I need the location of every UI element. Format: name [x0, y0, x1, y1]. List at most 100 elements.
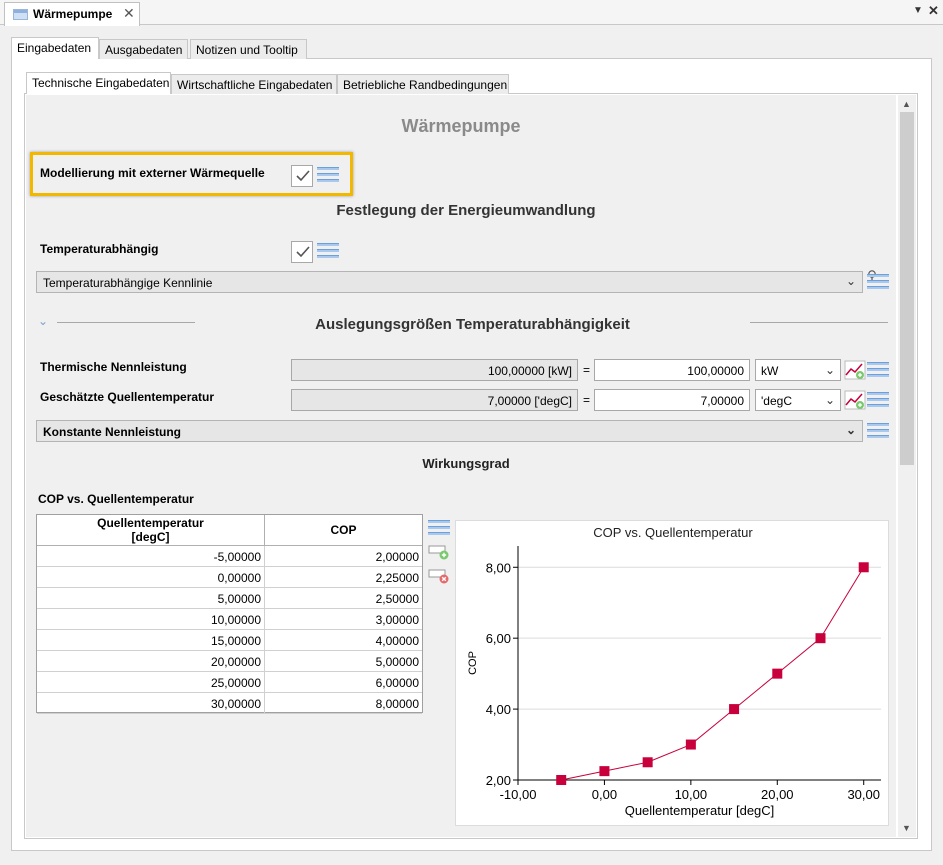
nominal-power-label: Thermische Nennleistung	[40, 360, 187, 374]
list-menu-icon[interactable]	[867, 274, 889, 292]
table-cell-temperature[interactable]: 25,00000	[37, 672, 265, 693]
table-cell-temperature[interactable]: 5,00000	[37, 588, 265, 609]
check-icon	[296, 170, 310, 182]
source-temperature-label: Geschätzte Quellentemperatur	[40, 390, 215, 404]
collapse-chevron-icon[interactable]: ⌄	[38, 314, 48, 328]
cop-table[interactable]: Quellentemperatur [degC] COP -5,00000 2,0…	[36, 514, 423, 714]
table-cell-cop[interactable]: 5,00000	[265, 651, 422, 672]
window-tab[interactable]: Wärmepumpe ✕	[4, 2, 140, 26]
cop-chart-svg: COP vs. Quellentemperatur 2,00 4,00 6,00 8,0…	[467, 525, 881, 818]
close-tab-icon[interactable]: ✕	[123, 5, 135, 22]
check-icon	[296, 246, 310, 258]
external-source-label: Modellierung mit externer Wärmequelle	[40, 166, 265, 180]
y-tick-label: 6,00	[486, 631, 511, 646]
table-cell-temperature[interactable]: 15,00000	[37, 630, 265, 651]
list-menu-icon[interactable]	[428, 520, 450, 538]
data-point	[772, 668, 783, 679]
chart-title: COP vs. Quellentemperatur	[593, 525, 753, 540]
source-temperature-readonly: 7,00000 ['degC]	[291, 389, 578, 411]
divider-right	[750, 322, 888, 323]
data-point	[858, 562, 869, 573]
source-temperature-unit-select[interactable]: 'degC ⌄	[755, 389, 841, 411]
table-cell-temperature[interactable]: 20,00000	[37, 651, 265, 672]
table-cell-temperature[interactable]: 10,00000	[37, 609, 265, 630]
chevron-down-icon: ⌄	[845, 274, 856, 288]
series-line	[561, 567, 865, 781]
chevron-down-icon: ⌄	[824, 393, 835, 407]
table-cell-cop[interactable]: 3,00000	[265, 609, 422, 630]
design-heading: Auslegungsgrößen Temperaturabhängigkeit	[315, 316, 630, 333]
data-point	[729, 704, 740, 715]
column-header-temperature[interactable]: Quellentemperatur [degC]	[37, 515, 265, 546]
chevron-down-icon: ⌄	[845, 423, 856, 437]
table-cell-cop[interactable]: 2,25000	[265, 567, 422, 588]
table-title: COP vs. Quellentemperatur	[38, 492, 194, 506]
data-point	[599, 766, 610, 777]
table-cell-cop[interactable]: 2,50000	[265, 588, 422, 609]
data-point	[642, 757, 653, 768]
tab-wirtschaftliche[interactable]: Wirtschaftliche Eingabedaten	[171, 74, 337, 94]
add-row-icon[interactable]	[428, 544, 450, 560]
table-cell-cop[interactable]: 8,00000	[265, 693, 422, 714]
x-tick-label: 10,00	[675, 787, 708, 802]
x-tick-label: -10,00	[500, 787, 537, 802]
table-cell-temperature[interactable]: -5,00000	[37, 546, 265, 567]
tab-eingabedaten[interactable]: Eingabedaten	[11, 37, 99, 59]
y-axis-label: COP	[467, 651, 479, 675]
list-menu-icon[interactable]	[317, 243, 339, 261]
scroll-thumb[interactable]	[900, 112, 914, 465]
trend-add-icon[interactable]	[844, 360, 866, 380]
chevron-down-icon: ⌄	[824, 363, 835, 377]
source-temperature-input[interactable]: 7,00000	[594, 389, 750, 411]
table-cell-temperature[interactable]: 30,00000	[37, 693, 265, 714]
nominal-power-input[interactable]: 100,00000	[594, 359, 750, 381]
window-tab-bar	[0, 0, 943, 25]
unit-value: kW	[761, 364, 779, 378]
equals-sign: =	[583, 393, 591, 407]
list-menu-icon[interactable]	[867, 392, 889, 410]
tab-notizen[interactable]: Notizen und Tooltip	[190, 39, 307, 59]
window-menu-icon[interactable]: ▼	[913, 5, 923, 16]
table-cell-cop[interactable]: 2,00000	[265, 546, 422, 567]
delete-row-icon[interactable]	[428, 568, 450, 584]
x-tick-label: 0,00	[592, 787, 617, 802]
x-axis-label: Quellentemperatur [degC]	[625, 803, 775, 818]
efficiency-heading: Wirkungsgrad	[422, 456, 510, 471]
table-cell-cop[interactable]: 4,00000	[265, 630, 422, 651]
tab-ausgabedaten[interactable]: Ausgabedaten	[99, 39, 188, 59]
window-tab-title: Wärmepumpe	[33, 7, 113, 21]
y-tick-label: 8,00	[486, 560, 511, 575]
tab-betriebliche[interactable]: Betriebliche Randbedingungen	[337, 74, 509, 94]
external-source-checkbox[interactable]	[291, 165, 313, 187]
table-cell-cop[interactable]: 6,00000	[265, 672, 422, 693]
cop-chart: COP vs. Quellentemperatur 2,00 4,00 6,00 8,0…	[455, 520, 889, 826]
list-menu-icon[interactable]	[867, 362, 889, 380]
window-close-icon[interactable]: ✕	[928, 3, 939, 19]
window-icon	[13, 9, 28, 20]
characteristic-dropdown[interactable]: Temperaturabhängige Kennlinie ⌄	[36, 271, 863, 293]
mode-dropdown[interactable]: Konstante Nennleistung ⌄	[36, 420, 863, 442]
trend-add-icon[interactable]	[844, 390, 866, 410]
equals-sign: =	[583, 363, 591, 377]
list-menu-icon[interactable]	[317, 167, 339, 185]
temperature-dependent-checkbox[interactable]	[291, 241, 313, 263]
data-point	[815, 633, 826, 644]
nominal-power-unit-select[interactable]: kW ⌄	[755, 359, 841, 381]
y-tick-label: 2,00	[486, 773, 511, 788]
temperature-dependent-label: Temperaturabhängig	[40, 242, 159, 256]
nominal-power-readonly: 100,00000 [kW]	[291, 359, 578, 381]
energy-heading: Festlegung der Energieumwandlung	[336, 202, 596, 219]
data-point	[685, 739, 696, 750]
x-tick-label: 30,00	[847, 787, 880, 802]
column-header-cop[interactable]: COP	[265, 515, 422, 546]
data-point	[556, 775, 567, 785]
scroll-up-icon[interactable]: ▲	[902, 99, 911, 109]
mode-dropdown-value: Konstante Nennleistung	[43, 425, 182, 439]
divider-left	[57, 322, 195, 323]
scroll-down-icon[interactable]: ▼	[902, 823, 911, 833]
x-tick-label: 20,00	[761, 787, 794, 802]
list-menu-icon[interactable]	[867, 423, 889, 441]
table-cell-temperature[interactable]: 0,00000	[37, 567, 265, 588]
unit-value: 'degC	[761, 394, 792, 408]
tab-technische[interactable]: Technische Eingabedaten	[26, 72, 171, 94]
